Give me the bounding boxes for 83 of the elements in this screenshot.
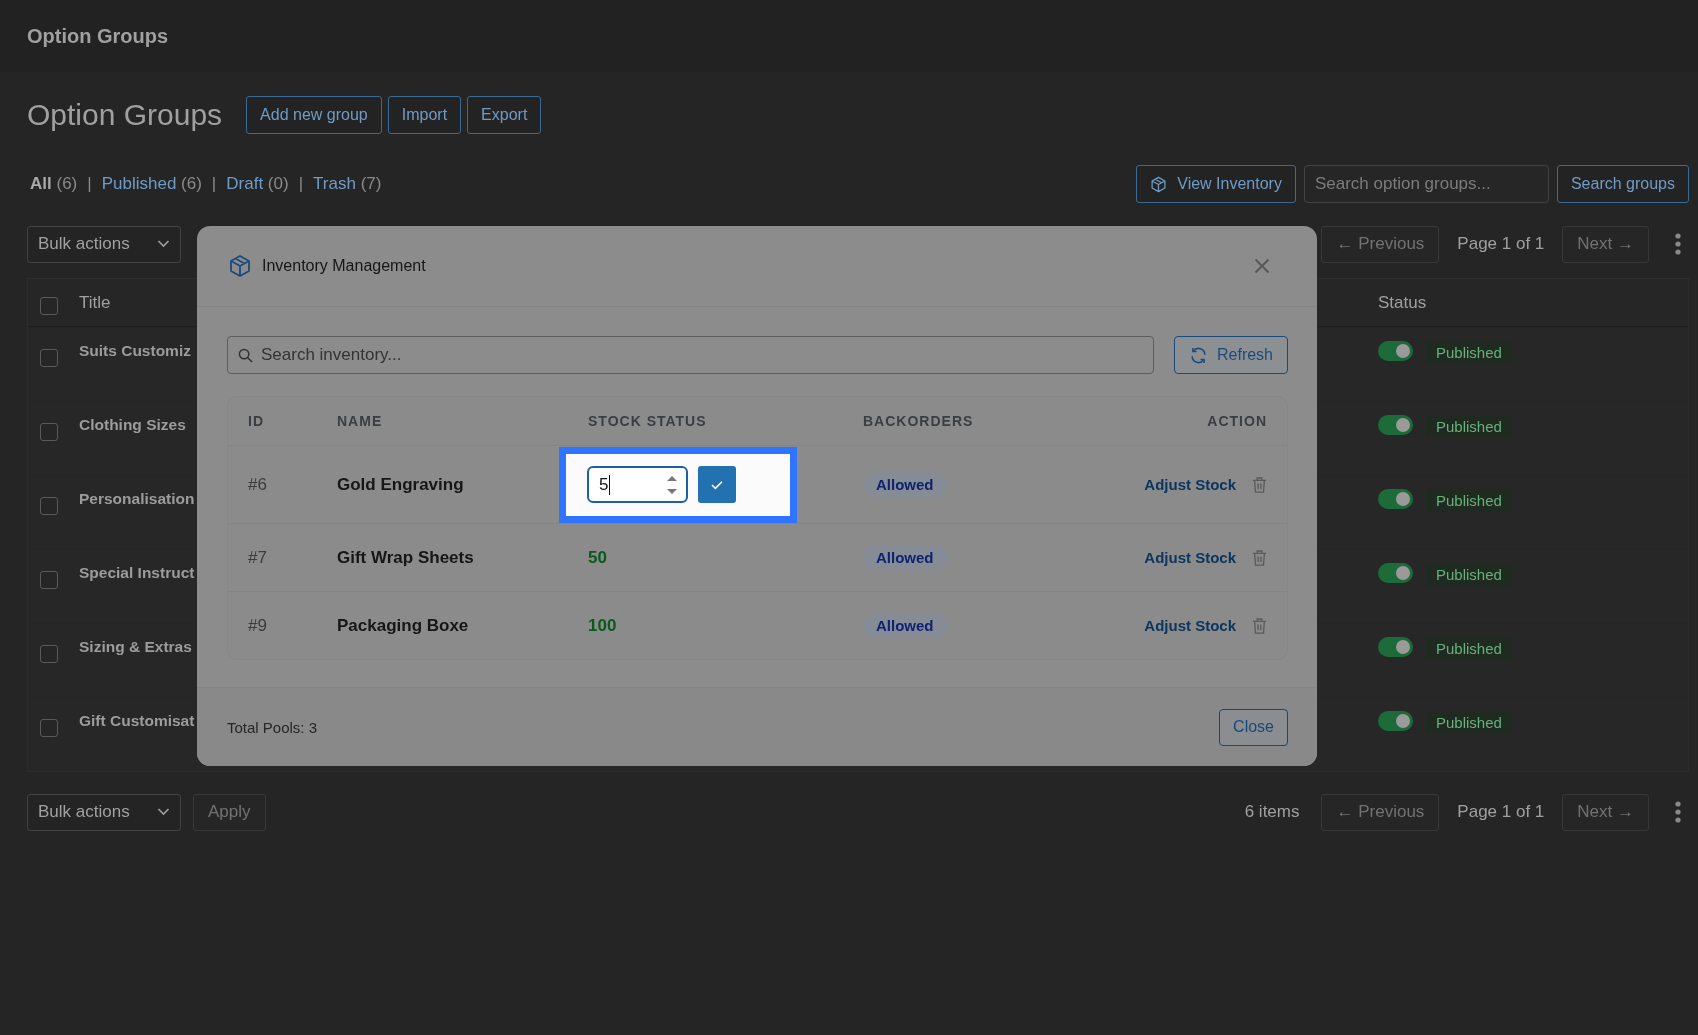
bulk-actions-select[interactable]: Bulk actions bbox=[27, 793, 181, 831]
confirm-button[interactable] bbox=[698, 466, 736, 503]
column-header: NAME bbox=[337, 413, 384, 429]
status-badge: Published bbox=[1426, 637, 1512, 660]
column-header: BACKORDERS bbox=[863, 413, 975, 429]
page-indicator: Page 1 of 1 bbox=[1457, 234, 1545, 254]
stock-quantity: 100 bbox=[588, 615, 617, 635]
total-count: Total Pools: 3 bbox=[227, 718, 318, 736]
item-count: 6 items bbox=[1244, 802, 1300, 822]
item-name: Gift Wrap Sheets bbox=[337, 547, 475, 568]
checkbox[interactable] bbox=[40, 571, 58, 589]
search-field[interactable]: Search inventory... bbox=[227, 336, 1154, 374]
status-badge: Published bbox=[1426, 489, 1512, 512]
status-toggle[interactable] bbox=[1378, 711, 1413, 731]
checkbox[interactable] bbox=[40, 497, 58, 515]
page-indicator: Page 1 of 1 bbox=[1457, 802, 1545, 822]
column-header: STOCK STATUS bbox=[588, 413, 708, 429]
status-badge: Published bbox=[1426, 415, 1512, 438]
heading: Option Groups bbox=[27, 98, 223, 132]
bulk-actions-select[interactable]: Bulk actions bbox=[27, 225, 181, 263]
backorders-badge: Allowed bbox=[863, 612, 947, 638]
delete-button[interactable] bbox=[1252, 616, 1267, 635]
chevron-down-icon bbox=[157, 808, 170, 816]
view-inventory-button[interactable]: View Inventory bbox=[1136, 165, 1296, 203]
box-icon bbox=[1150, 175, 1168, 193]
status-toggle[interactable] bbox=[1378, 415, 1413, 435]
more-icon bbox=[1675, 801, 1681, 823]
adjust-stock-link[interactable]: Adjust Stock bbox=[1144, 476, 1236, 493]
adjust-stock-link[interactable]: Adjust Stock bbox=[1144, 549, 1236, 566]
filter-link[interactable]: All (6) bbox=[30, 174, 78, 194]
box-icon bbox=[228, 254, 252, 278]
checkbox[interactable] bbox=[40, 645, 58, 663]
refresh-button[interactable]: Refresh bbox=[1174, 336, 1288, 374]
filter-link[interactable]: Trash (7) bbox=[313, 174, 382, 194]
check-icon bbox=[711, 479, 723, 490]
backorders-badge: Allowed bbox=[863, 471, 947, 497]
column-header: ID bbox=[248, 413, 265, 429]
delete-button[interactable] bbox=[1252, 475, 1267, 494]
item-name: Gold Engraving bbox=[337, 474, 465, 495]
separator: | bbox=[87, 174, 92, 194]
header-button[interactable]: Add new group bbox=[246, 96, 382, 134]
status-toggle[interactable] bbox=[1378, 637, 1413, 657]
more-icon bbox=[1675, 233, 1681, 255]
filter-link[interactable]: Published (6) bbox=[101, 174, 202, 194]
search-icon bbox=[238, 348, 253, 363]
stock-quantity: 50 bbox=[588, 547, 607, 567]
trash-icon bbox=[1252, 616, 1267, 635]
column-header: Status bbox=[1378, 292, 1428, 313]
header-button[interactable]: Import bbox=[387, 96, 462, 134]
checkbox[interactable] bbox=[40, 719, 58, 737]
item-name: Packaging Boxe bbox=[337, 615, 470, 636]
column-header: Title bbox=[79, 292, 112, 313]
item-id: #6 bbox=[248, 474, 268, 495]
delete-button[interactable] bbox=[1252, 548, 1267, 567]
status-toggle[interactable] bbox=[1378, 563, 1413, 583]
status-badge: Published bbox=[1426, 563, 1512, 586]
item-id: #7 bbox=[248, 547, 268, 568]
modal-title: Inventory Management bbox=[262, 257, 426, 275]
checkbox[interactable] bbox=[40, 296, 58, 315]
backorders-badge: Allowed bbox=[863, 544, 947, 570]
status-badge: Published bbox=[1426, 341, 1512, 364]
search-button[interactable]: Search groups bbox=[1556, 165, 1689, 203]
trash-icon bbox=[1252, 548, 1267, 567]
chevron-down-icon bbox=[157, 240, 170, 248]
separator: | bbox=[298, 174, 304, 194]
separator: | bbox=[211, 174, 217, 194]
status-toggle[interactable] bbox=[1378, 341, 1413, 361]
page-title: Option Groups bbox=[27, 24, 169, 48]
close-icon bbox=[1254, 258, 1270, 274]
search-field[interactable]: Search option groups... bbox=[1303, 165, 1549, 203]
checkbox[interactable] bbox=[40, 349, 58, 367]
header-button[interactable]: Export bbox=[467, 96, 542, 134]
column-header: ACTION bbox=[1207, 413, 1267, 429]
trash-icon bbox=[1252, 475, 1267, 494]
checkbox[interactable] bbox=[40, 423, 58, 441]
item-id: #9 bbox=[248, 615, 268, 636]
close-button[interactable]: Close bbox=[1219, 708, 1288, 746]
stock-input[interactable]: 5 bbox=[587, 466, 688, 503]
adjust-stock-link[interactable]: Adjust Stock bbox=[1144, 617, 1236, 634]
refresh-icon bbox=[1189, 345, 1208, 365]
status-badge: Published bbox=[1426, 711, 1512, 734]
filter-link[interactable]: Draft (0) bbox=[226, 174, 289, 194]
status-toggle[interactable] bbox=[1378, 489, 1413, 509]
